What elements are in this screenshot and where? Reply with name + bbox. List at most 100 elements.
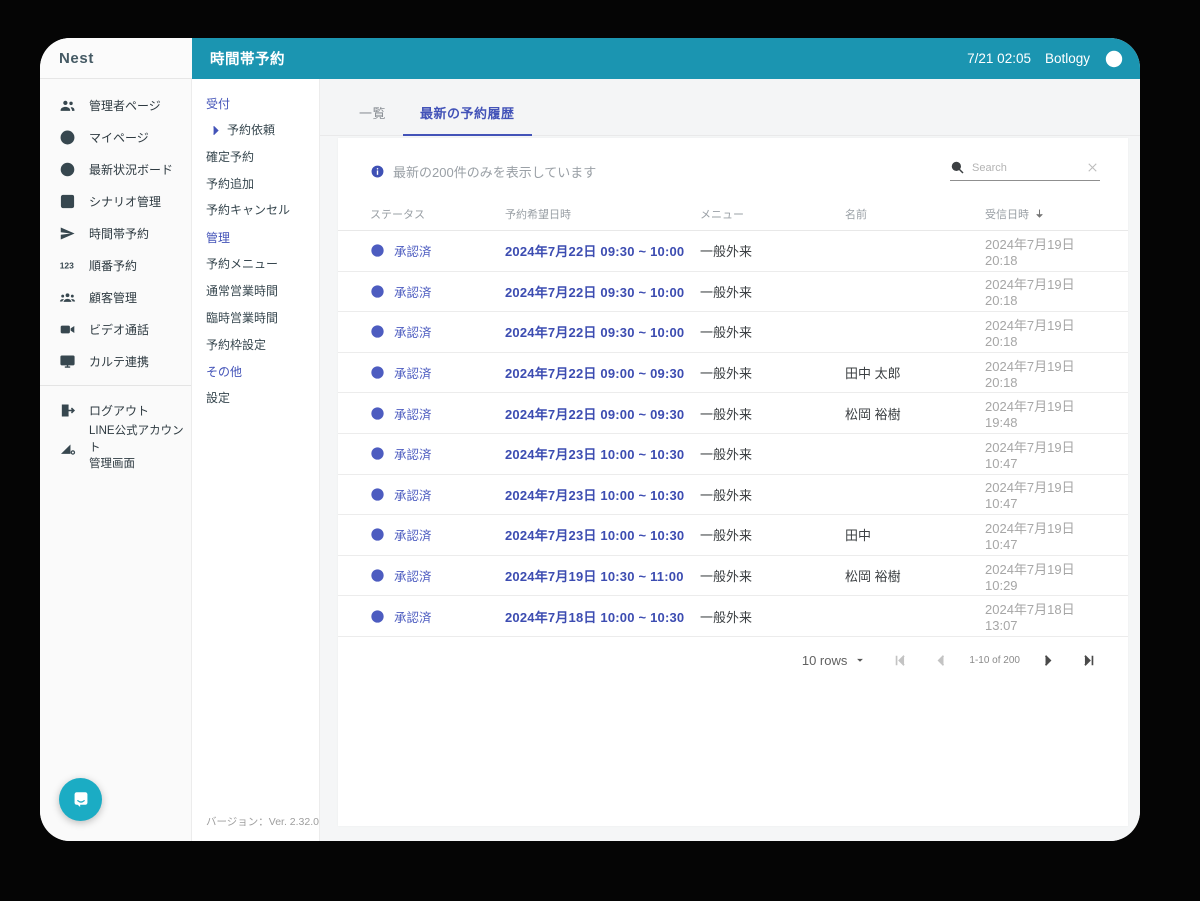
submenu-item[interactable]: 臨時営業時間 [206, 310, 313, 327]
person-circle-icon [59, 129, 76, 146]
people-icon [59, 289, 76, 306]
reservation-datetime: 2024年7月23日 10:00 ~ 10:30 [505, 528, 685, 544]
submenu-item-label: 予約キャンセル [206, 203, 291, 218]
sidebar-item-time-slot[interactable]: 時間帯予約 [40, 217, 191, 249]
rows-per-page-select[interactable]: 10 rows [802, 653, 868, 668]
caret-down-icon [853, 653, 867, 667]
help-icon[interactable] [1104, 49, 1124, 69]
submenu-item[interactable]: 予約依頼 [206, 122, 313, 139]
received-datetime: 2024年7月19日 20:18 [985, 317, 1075, 349]
sidebar-item-admin-page[interactable]: 管理者ページ [40, 89, 191, 121]
table-row[interactable]: 承認済 2024年7月22日 09:30 ~ 10:00 一般外来 2024年7月19… [338, 312, 1128, 353]
sidebar-item-scenario[interactable]: シナリオ管理 [40, 185, 191, 217]
submenu-item[interactable]: 予約追加 [206, 176, 313, 193]
received-datetime: 2024年7月19日 20:18 [985, 358, 1075, 390]
topbar-main: 時間帯予約 7/21 02:05 Botlogy [192, 38, 1140, 79]
send-icon [59, 225, 76, 242]
patient-name: 田中 太郎 [845, 366, 901, 382]
status-label: 承認済 [394, 326, 432, 341]
submenu-item[interactable]: 予約キャンセル [206, 202, 313, 219]
chart-icon [59, 440, 76, 457]
submenu-item[interactable]: 通常営業時間 [206, 283, 313, 300]
table-header: ステータス 予約希望日時 メニュー 名前 受信日時 [338, 197, 1128, 231]
status-label: 承認済 [394, 448, 432, 463]
table-row[interactable]: 承認済 2024年7月18日 10:00 ~ 10:30 一般外来 2024年7月18… [338, 596, 1128, 637]
submenu-item[interactable]: 予約メニュー [206, 256, 313, 273]
table-row[interactable]: 承認済 2024年7月22日 09:30 ~ 10:00 一般外来 2024年7月19… [338, 231, 1128, 272]
column-header[interactable]: ステータス [370, 206, 505, 222]
menu-name: 一般外来 [700, 406, 753, 422]
reservation-datetime: 2024年7月19日 10:30 ~ 11:00 [505, 569, 684, 585]
check-circle-icon [370, 446, 385, 461]
check-circle-icon [370, 365, 385, 380]
monitor-icon [59, 353, 76, 370]
sidebar-item-status-board[interactable]: 最新状況ボード [40, 153, 191, 185]
status-label: 承認済 [394, 570, 432, 585]
sidebar-item-karte[interactable]: カルテ連携 [40, 345, 191, 377]
search-input[interactable] [972, 161, 1078, 174]
sidebar-item-label: マイページ [89, 130, 149, 145]
column-header[interactable]: 名前 [845, 206, 985, 222]
check-circle-icon [370, 609, 385, 624]
status-label: 承認済 [394, 488, 432, 503]
submenu-item[interactable]: 予約枠設定 [206, 337, 313, 354]
submenu-group-title: その他 [206, 365, 243, 380]
table-row[interactable]: 承認済 2024年7月23日 10:00 ~ 10:30 一般外来 2024年7月19… [338, 434, 1128, 475]
topbar-username[interactable]: Botlogy [1045, 51, 1090, 66]
column-header-label: ステータス [370, 208, 425, 221]
sidebar-item-line-admin[interactable]: LINE公式アカウント 管理画面 [40, 425, 191, 470]
submenu-item-label: 確定予約 [206, 149, 255, 164]
chat-launcher-button[interactable] [59, 778, 102, 821]
first-page-icon[interactable] [891, 651, 910, 670]
tab-latest-history[interactable]: 最新の予約履歴 [403, 95, 532, 136]
submenu-item-label: 設定 [206, 391, 231, 406]
patient-name: 田中 [845, 528, 872, 544]
table-row[interactable]: 承認済 2024年7月23日 10:00 ~ 10:30 一般外来 2024年7月19… [338, 475, 1128, 516]
table-row[interactable]: 承認済 2024年7月22日 09:00 ~ 09:30 一般外来 松岡 裕樹 2024… [338, 393, 1128, 434]
reservation-datetime: 2024年7月22日 09:00 ~ 09:30 [505, 406, 685, 422]
last-page-icon[interactable] [1079, 651, 1098, 670]
tabs-bar: 一覧 最新の予約履歴 [320, 79, 1140, 136]
search-box [950, 160, 1100, 181]
sidebar-item-label: 時間帯予約 [89, 226, 150, 241]
status-badge: 承認済 [370, 525, 505, 544]
sidebar-item-queue[interactable]: 123 順番予約 [40, 249, 191, 281]
sidebar-item-video-call[interactable]: ビデオ通話 [40, 313, 191, 345]
sidebar-item-my-page[interactable]: マイページ [40, 121, 191, 153]
table-row[interactable]: 承認済 2024年7月23日 10:00 ~ 10:30 一般外来 田中 2024年7月… [338, 515, 1128, 556]
table-row[interactable]: 承認済 2024年7月22日 09:00 ~ 09:30 一般外来 田中 太郎 2024… [338, 353, 1128, 394]
reservation-datetime: 2024年7月22日 09:30 ~ 10:00 [505, 284, 685, 300]
column-header[interactable]: メニュー [700, 206, 845, 222]
menu-name: 一般外来 [700, 487, 753, 503]
received-datetime: 2024年7月19日 10:47 [985, 439, 1075, 471]
submenu-item-label: 予約依頼 [227, 123, 276, 137]
status-badge: 承認済 [370, 363, 505, 382]
submenu-item[interactable]: 確定予約 [206, 149, 313, 166]
column-header-label: 受信日時 [985, 208, 1029, 221]
table-row[interactable]: 承認済 2024年7月19日 10:30 ~ 11:00 一般外来 松岡 裕樹 2024… [338, 556, 1128, 597]
submenu-item[interactable]: 設定 [206, 390, 313, 407]
rows-per-page-label: 10 rows [801, 652, 848, 668]
menu-name: 一般外来 [700, 366, 753, 382]
prev-page-icon[interactable] [932, 651, 951, 670]
sidebar-divider [40, 385, 191, 386]
sidebar-item-customers[interactable]: 顧客管理 [40, 281, 191, 313]
received-datetime: 2024年7月19日 20:18 [985, 277, 1075, 309]
limit-notice: 最新の200件のみを表示しています [370, 162, 596, 181]
topbar: Nest 時間帯予約 7/21 02:05 Botlogy [40, 38, 1140, 79]
check-circle-icon [370, 243, 385, 258]
sidebar-item-logout[interactable]: ログアウト [40, 394, 191, 426]
tab-list[interactable]: 一覧 [342, 95, 403, 136]
column-header-label: 名前 [845, 208, 867, 221]
table-row[interactable]: 承認済 2024年7月22日 09:30 ~ 10:00 一般外来 2024年7月19… [338, 272, 1128, 313]
column-header[interactable]: 予約希望日時 [505, 206, 700, 222]
reservation-datetime: 2024年7月18日 10:00 ~ 10:30 [505, 609, 685, 625]
reservation-datetime: 2024年7月22日 09:30 ~ 10:00 [505, 244, 685, 260]
column-header[interactable]: 受信日時 [985, 206, 1108, 222]
received-datetime: 2024年7月19日 20:18 [985, 236, 1075, 268]
submenu-item-label: 予約枠設定 [206, 337, 267, 352]
received-datetime: 2024年7月19日 10:47 [985, 520, 1075, 552]
next-page-icon[interactable] [1038, 651, 1057, 670]
numbers-icon: 123 [59, 257, 76, 274]
clear-search-icon[interactable] [1085, 160, 1100, 175]
